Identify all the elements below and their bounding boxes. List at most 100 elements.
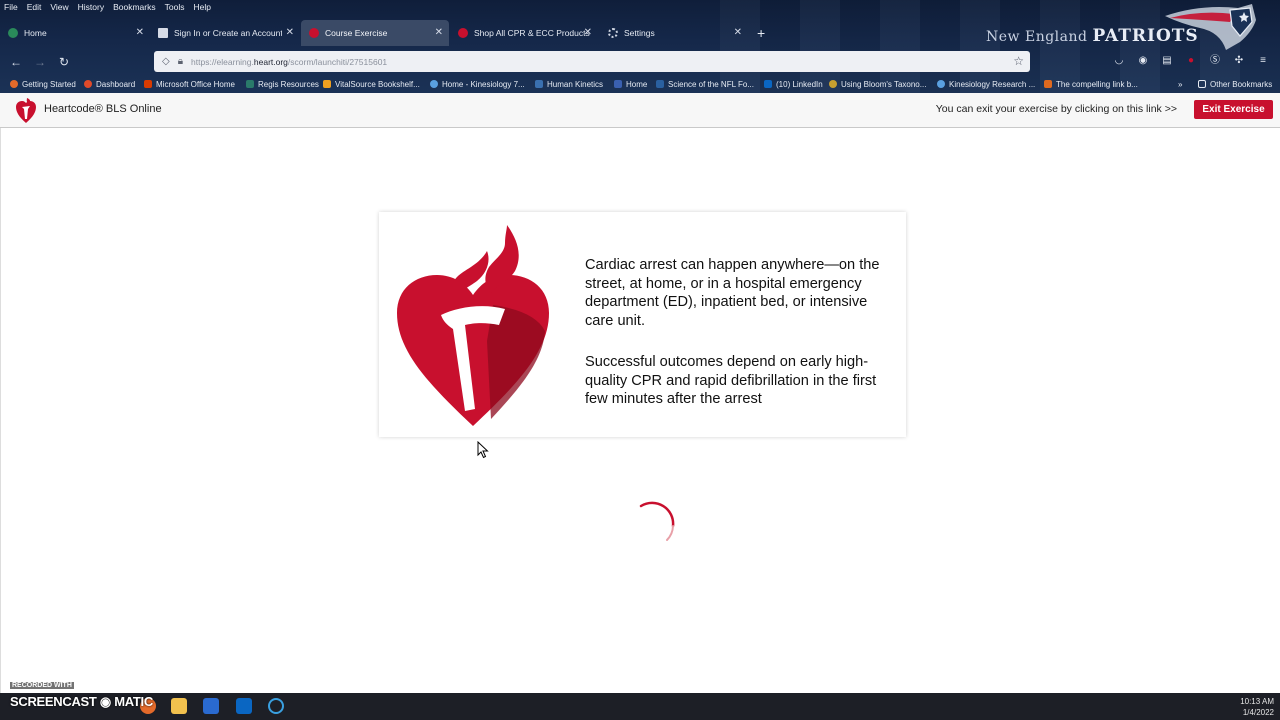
screencast-watermark: SCREENCAST ◉ MATIC xyxy=(10,694,153,709)
address-bar[interactable]: ◇ 🔒︎ https://elearning.heart.org/scorm/l… xyxy=(154,51,1030,72)
course-content: Cardiac arrest can happen anywhere—on th… xyxy=(0,128,1280,693)
bookmark-item[interactable]: Science of the NFL Fo... xyxy=(656,76,754,92)
course-header: Heartcode® BLS Online You can exit your … xyxy=(0,93,1280,128)
bookmark-item[interactable]: The compelling link b... xyxy=(1044,76,1138,92)
tab-course-exercise[interactable]: Course Exercise ✕ xyxy=(301,20,449,46)
tab-shop-cpr[interactable]: Shop All CPR & ECC Products ✕ xyxy=(450,20,598,46)
lock-icon[interactable]: 🔒︎ xyxy=(178,56,183,67)
other-bookmarks[interactable]: Other Bookmarks xyxy=(1198,76,1272,92)
close-icon[interactable]: ✕ xyxy=(136,27,144,39)
bookmark-item[interactable]: VitalSource Bookshelf... xyxy=(323,76,420,92)
close-icon[interactable]: ✕ xyxy=(584,27,592,39)
url-domain: heart.org xyxy=(253,56,288,67)
outlook-icon[interactable] xyxy=(236,698,252,714)
menu-view[interactable]: View xyxy=(50,0,68,14)
bookmark-label: Regis Resources xyxy=(258,79,319,89)
exit-hint-link[interactable]: You can exit your exercise by clicking o… xyxy=(936,103,1177,115)
reload-icon[interactable]: ↻ xyxy=(55,53,73,71)
bookmark-label: (10) LinkedIn xyxy=(776,79,823,89)
bookmark-label: Kinesiology Research ... xyxy=(949,79,1036,89)
navigation-bar: ← → ↻ ◇ 🔒︎ https://elearning.heart.org/s… xyxy=(0,50,1280,74)
menu-history[interactable]: History xyxy=(78,0,104,14)
page-favicon-icon xyxy=(158,28,168,38)
bookmarks-bar: Getting Started Dashboard Microsoft Offi… xyxy=(0,76,1280,92)
bookmark-item[interactable]: Using Bloom's Taxono... xyxy=(829,76,926,92)
addon-icon[interactable]: ● xyxy=(1184,54,1198,68)
menu-file[interactable]: File xyxy=(4,0,18,14)
bookmark-item[interactable]: (10) LinkedIn xyxy=(764,76,823,92)
dashboard-icon xyxy=(84,80,92,88)
bookmark-label: Human Kinetics xyxy=(547,79,604,89)
bookmark-label: Using Bloom's Taxono... xyxy=(841,79,927,89)
sync-icon[interactable]: Ⓢ xyxy=(1208,54,1222,68)
puzzle-icon[interactable]: ✣ xyxy=(1232,54,1246,68)
url-prefix: https://elearning. xyxy=(191,56,254,67)
bookmark-item[interactable]: Dashboard xyxy=(84,76,135,92)
intro-paragraph-1: Cardiac arrest can happen anywhere—on th… xyxy=(585,257,880,329)
bookmark-label: Getting Started xyxy=(22,79,76,89)
regis-icon xyxy=(246,80,254,88)
tab-label: Settings xyxy=(624,28,655,38)
recorded-with-label: RECORDED WITH xyxy=(10,682,74,689)
human-kinetics-icon xyxy=(535,80,543,88)
pocket-icon[interactable]: ◡ xyxy=(1112,54,1126,68)
bookmark-item[interactable]: Regis Resources xyxy=(246,76,319,92)
bookmark-item[interactable]: Kinesiology Research ... xyxy=(937,76,1035,92)
theme-prefix: New England xyxy=(986,29,1088,45)
tab-strip: Home ✕ Sign In or Create an Account - A … xyxy=(0,20,800,46)
menu-bar: File Edit View History Bookmarks Tools H… xyxy=(0,0,211,14)
tab-label: Course Exercise xyxy=(325,28,388,38)
menu-help[interactable]: Help xyxy=(193,0,210,14)
file-explorer-icon[interactable] xyxy=(171,698,187,714)
linkedin-icon xyxy=(764,80,772,88)
bookmark-item[interactable]: Getting Started xyxy=(10,76,76,92)
bookmark-label: Science of the NFL Fo... xyxy=(668,79,754,89)
firefox-icon xyxy=(10,80,18,88)
tab-settings[interactable]: Settings ✕ xyxy=(600,20,748,46)
close-icon[interactable]: ✕ xyxy=(734,27,742,39)
bookmark-item[interactable]: Microsoft Office Home xyxy=(144,76,235,92)
bookmark-item[interactable]: Home xyxy=(614,76,647,92)
bookmark-star-icon[interactable]: ☆ xyxy=(1013,54,1024,68)
elsevier-icon xyxy=(1044,80,1052,88)
aha-heart-torch-icon xyxy=(16,98,36,123)
close-icon[interactable]: ✕ xyxy=(435,27,443,39)
url-text[interactable]: https://elearning.heart.org/scorm/launch… xyxy=(191,57,387,67)
hamburger-menu-icon[interactable]: ≡ xyxy=(1256,54,1270,68)
store-icon[interactable] xyxy=(203,698,219,714)
reader-icon[interactable]: ▤ xyxy=(1160,54,1174,68)
exit-exercise-button[interactable]: Exit Exercise xyxy=(1194,100,1273,119)
shield-icon[interactable]: ◇ xyxy=(162,56,170,67)
taskbar: 10:13 AM 1/4/2022 xyxy=(0,693,1280,720)
folder-icon xyxy=(1198,80,1206,88)
menu-tools[interactable]: Tools xyxy=(165,0,185,14)
bookmark-label: Dashboard xyxy=(96,79,136,89)
tab-sign-in[interactable]: Sign In or Create an Account - A ✕ xyxy=(150,20,300,46)
bookmarks-overflow-icon[interactable]: » xyxy=(1178,76,1182,92)
forward-icon[interactable]: → xyxy=(31,53,49,71)
tab-label: Shop All CPR & ECC Products xyxy=(474,28,590,38)
science-icon xyxy=(656,80,664,88)
extension-icon[interactable]: ◉ xyxy=(1136,54,1150,68)
url-path: /scorm/launchiti/27515601 xyxy=(287,56,388,67)
bookmark-item[interactable]: Home - Kinesiology 7... xyxy=(430,76,525,92)
back-icon[interactable]: ← xyxy=(7,53,25,71)
system-clock[interactable]: 10:13 AM 1/4/2022 xyxy=(1240,696,1274,718)
close-icon[interactable]: ✕ xyxy=(286,27,294,39)
course-title: Heartcode® BLS Online xyxy=(44,103,162,115)
bookmark-label: Home xyxy=(626,79,648,89)
menu-edit[interactable]: Edit xyxy=(27,0,42,14)
new-tab-icon[interactable]: + xyxy=(757,25,765,41)
bookmark-item[interactable]: Human Kinetics xyxy=(535,76,603,92)
screencast-app-icon[interactable] xyxy=(268,698,284,714)
menu-bookmarks[interactable]: Bookmarks xyxy=(113,0,156,14)
intro-paragraph-2: Successful outcomes depend on early high… xyxy=(585,354,877,407)
browser-chrome: File Edit View History Bookmarks Tools H… xyxy=(0,0,1280,93)
bookmark-label: The compelling link b... xyxy=(1056,79,1138,89)
vitalsource-icon xyxy=(323,80,331,88)
patriots-logo-icon xyxy=(1165,4,1256,50)
clock-date: 1/4/2022 xyxy=(1242,708,1274,717)
toolbar-icons: ◡ ◉ ▤ ● Ⓢ ✣ ≡ xyxy=(1112,54,1270,68)
tab-home[interactable]: Home ✕ xyxy=(0,20,150,46)
loading-spinner-icon xyxy=(639,501,675,541)
